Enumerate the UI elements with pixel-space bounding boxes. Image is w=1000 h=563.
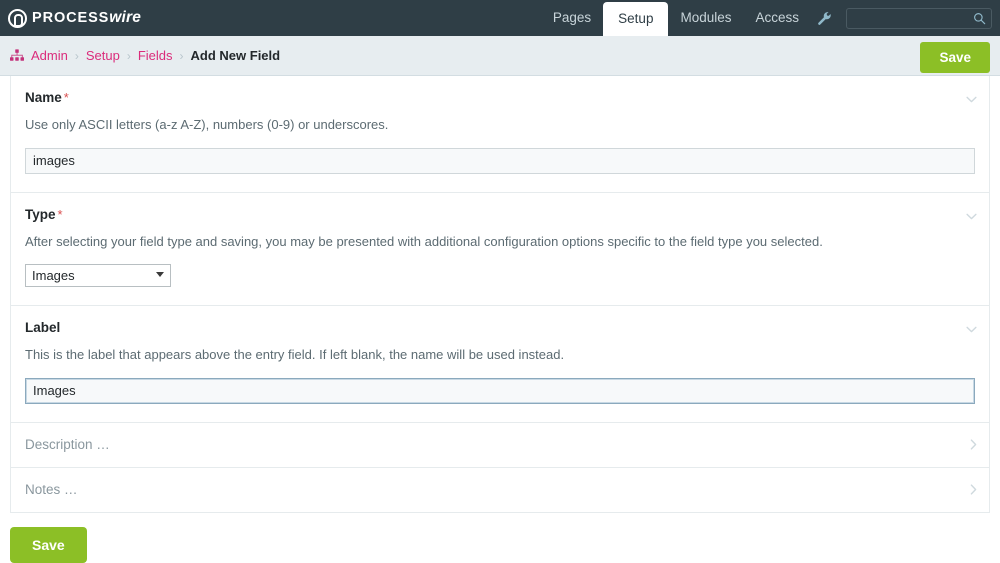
nav-item-pages[interactable]: Pages [541,0,603,36]
label-label: Label [25,320,975,335]
form-section-description[interactable]: Description … [11,423,989,468]
main-nav: Pages Setup Modules Access [541,0,1000,36]
name-input[interactable] [25,147,975,174]
breadcrumb-bar: Admin › Setup › Fields › Add New Field S… [0,36,1000,76]
label-input[interactable] [25,377,975,404]
logo-primary: PROCESS [32,10,110,26]
form-section-notes[interactable]: Notes … [11,468,989,513]
description-toggle-label[interactable]: Description … [25,437,975,452]
label-label-text: Label [25,320,61,336]
logo-text: PROCESS wire [32,9,141,27]
logo-secondary: wire [109,9,142,26]
name-description: Use only ASCII letters (a-z A-Z), number… [25,117,389,132]
processwire-logo-icon [8,8,27,28]
breadcrumb-item-setup[interactable]: Setup [86,48,120,63]
breadcrumb: Admin › Setup › Fields › Add New Field [10,48,280,63]
breadcrumb-item-admin[interactable]: Admin [31,48,68,63]
name-label-text: Name [25,90,62,105]
type-select-wrapper [25,264,171,288]
breadcrumb-item-fields[interactable]: Fields [138,48,173,63]
name-label: Name * [25,90,975,105]
nav-item-access[interactable]: Access [743,0,811,36]
wrench-icon[interactable] [811,0,842,36]
nav-item-modules[interactable]: Modules [668,0,743,36]
masthead: PROCESS wire Pages Setup Modules Access [0,0,1000,36]
type-label: Type * [25,207,975,222]
nav-item-setup[interactable]: Setup [603,2,669,36]
logo[interactable]: PROCESS wire [0,0,141,36]
notes-toggle-label[interactable]: Notes … [25,482,975,497]
required-marker: * [63,90,69,105]
search-box[interactable] [846,8,992,29]
form-section-name: Name * Use only ASCII letters (a-z A-Z), … [11,76,989,193]
breadcrumb-separator: › [74,48,79,63]
form-section-label: Label This is the label that appears abo… [11,306,989,423]
form-section-type: Type * After selecting your field type an… [11,193,989,307]
label-description: This is the label that appears above the… [25,347,565,363]
type-select[interactable] [25,264,171,288]
type-label-text: Type [25,206,56,222]
form-footer: Save [0,513,1000,563]
field-form: Name * Use only ASCII letters (a-z A-Z), … [10,76,990,513]
search-input[interactable] [847,9,991,29]
page-title: Add New Field [190,48,281,63]
breadcrumb-separator: › [179,48,184,63]
type-description: After selecting your field type and savi… [25,233,823,249]
required-marker: * [57,206,63,222]
sitemap-icon[interactable] [10,49,24,62]
save-button-bottom[interactable]: Save [10,526,87,563]
save-button-top[interactable]: Save [920,42,990,73]
breadcrumb-separator: › [126,48,131,63]
